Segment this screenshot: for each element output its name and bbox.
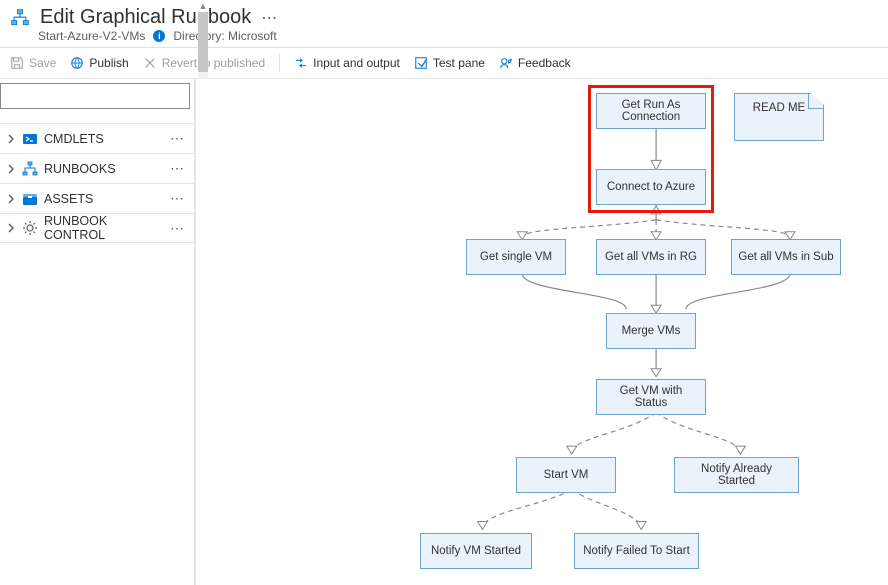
save-button[interactable]: Save (10, 56, 56, 70)
workflow-canvas[interactable]: Get Run As Connection Connect to Azure R… (196, 79, 888, 585)
command-bar: Save Publish Revert to published Input a… (0, 48, 888, 79)
node-connect-to-azure[interactable]: Connect to Azure (596, 169, 706, 205)
input-output-button[interactable]: Input and output (294, 56, 400, 70)
publish-button[interactable]: Publish (70, 56, 128, 70)
sidebar-item-more[interactable]: ⋯ (170, 130, 188, 147)
chevron-right-icon (6, 194, 16, 204)
test-icon (414, 56, 428, 70)
node-get-vm-with-status[interactable]: Get VM with Status (596, 379, 706, 415)
node-merge-vms[interactable]: Merge VMs (606, 313, 696, 349)
test-pane-button[interactable]: Test pane (414, 56, 485, 70)
publish-icon (70, 56, 84, 70)
node-get-all-vms-in-rg[interactable]: Get all VMs in RG (596, 239, 706, 275)
library-search-input[interactable] (0, 83, 190, 109)
runbook-icon (22, 161, 38, 177)
runbook-name: Start-Azure-V2-VMs (38, 29, 145, 43)
node-notify-failed-to-start[interactable]: Notify Failed To Start (574, 533, 699, 569)
gear-icon (22, 220, 38, 236)
sidebar-item-more[interactable]: ⋯ (170, 190, 188, 207)
node-get-single-vm[interactable]: Get single VM (466, 239, 566, 275)
sidebar-item-runbook-control[interactable]: RUNBOOK CONTROL ⋯ (0, 213, 194, 243)
title-more-button[interactable]: ⋯ (261, 8, 279, 28)
sidebar-item-more[interactable]: ⋯ (170, 160, 188, 177)
page-title: Edit Graphical Runbook (40, 6, 251, 29)
save-icon (10, 56, 24, 70)
io-icon (294, 56, 308, 70)
directory-label: Directory: Microsoft (173, 29, 276, 43)
sidebar-item-runbooks[interactable]: RUNBOOKS ⋯ (0, 153, 194, 183)
sidebar-item-cmdlets[interactable]: CMDLETS ⋯ (0, 123, 194, 153)
node-start-vm[interactable]: Start VM (516, 457, 616, 493)
chevron-right-icon (6, 164, 16, 174)
page-header: Edit Graphical Runbook ⋯ Start-Azure-V2-… (0, 0, 888, 48)
feedback-icon (499, 56, 513, 70)
sidebar-item-assets[interactable]: ASSETS ⋯ (0, 183, 194, 213)
revert-icon (143, 56, 157, 70)
assets-icon (22, 191, 38, 207)
node-get-run-as-connection[interactable]: Get Run As Connection (596, 93, 706, 129)
library-sidebar: CMDLETS ⋯ RUNBOOKS ⋯ ASSETS ⋯ RUNBOOK CO… (0, 79, 196, 585)
node-get-all-vms-in-sub[interactable]: Get all VMs in Sub (731, 239, 841, 275)
runbook-hierarchy-icon (10, 8, 30, 28)
node-readme[interactable]: READ ME (734, 93, 824, 141)
feedback-button[interactable]: Feedback (499, 56, 571, 70)
node-notify-vm-started[interactable]: Notify VM Started (420, 533, 532, 569)
info-icon[interactable]: i (153, 30, 165, 42)
ps-icon (22, 131, 38, 147)
sidebar-item-more[interactable]: ⋯ (170, 220, 188, 237)
node-notify-already-started[interactable]: Notify Already Started (674, 457, 799, 493)
chevron-right-icon (6, 223, 16, 233)
toolbar-separator (279, 54, 280, 72)
scroll-up-icon[interactable]: ▲ (198, 0, 208, 12)
chevron-right-icon (6, 134, 16, 144)
